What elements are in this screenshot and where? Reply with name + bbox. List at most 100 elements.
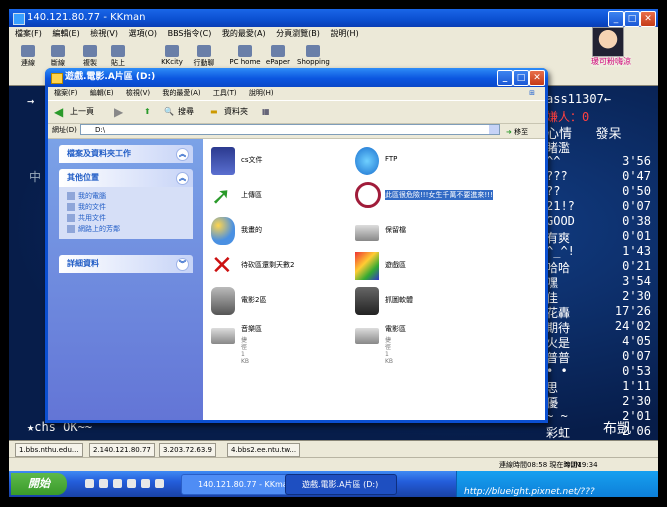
exp-menu-edit[interactable]: 編輯(E) [90,89,114,97]
tab-1[interactable]: 1.bbs.nthu.edu... [15,443,83,457]
explorer-minimize-button[interactable]: _ [497,70,513,86]
kkman-menubar: 檔案(F) 編輯(E) 檢視(V) 選項(O) BBS指令(C) 我的最愛(A)… [9,27,658,41]
tasks-panel: 檔案及資料夾工作 ︽ [59,145,193,163]
bbs-user-name: ^^ [546,154,561,168]
shopping-button[interactable]: Shopping [297,45,330,66]
go-button[interactable]: ➜ 移至 [506,124,528,140]
bbs-idle-time: 4'05 [622,334,651,348]
exp-menu-help[interactable]: 說明(H) [249,89,274,97]
exp-menu-tools[interactable]: 工具(T) [213,89,237,97]
chat-icon [197,45,211,57]
quicklaunch-icon[interactable] [85,479,94,488]
explorer-close-button[interactable]: ✕ [529,70,545,86]
search-button[interactable]: 搜尋 [178,101,194,123]
bbs-user-row: 佳 2'30 [546,289,651,305]
collapse-icon[interactable]: ︽ [176,148,189,161]
quicklaunch-icon[interactable] [155,479,164,488]
menu-bbs[interactable]: BBS指令(C) [168,29,212,38]
folders-button[interactable]: 資料夾 [224,101,248,123]
quicklaunch-icon[interactable] [99,479,108,488]
menu-favorites[interactable]: 我的最愛(A) [222,29,266,38]
bbs-idle-time: 0'01 [622,229,651,243]
taskbar-kkman-button[interactable]: 140.121.80.77 - KKman [181,474,297,495]
bbs-user-name: 21!? [546,199,575,213]
user-avatar[interactable] [592,27,624,57]
paste-button[interactable]: 貼上 [105,45,131,68]
minimize-button[interactable]: _ [608,11,624,27]
bbs-idle-time: 17'26 [614,304,651,318]
projector-icon [211,287,235,315]
place-my-computer[interactable]: 我的電腦 [67,191,185,202]
details-panel-header[interactable]: 詳細資料 ︾ [59,255,193,273]
maximize-button[interactable]: □ [624,11,640,27]
epaper-icon [271,45,285,57]
menu-help[interactable]: 說明(H) [330,29,358,38]
file-list: cs文件 FTP ➚ 上傳區 此區很危險!!!女生千萬不要進來!!! 我畫的 保留… [203,139,545,420]
epaper-button[interactable]: ePaper [265,45,291,66]
place-network[interactable]: 網路上的芳鄰 [67,224,185,235]
disconnect-button[interactable]: 斷線 [45,45,71,68]
file-meta: 捷徑 1 KB [385,337,394,365]
quicklaunch-icon[interactable] [141,479,150,488]
expand-icon[interactable]: ︾ [176,258,189,271]
menu-tabs[interactable]: 分頁瀏覽(B) [276,29,320,38]
bbs-idle-time: 0'38 [622,214,651,228]
bbs-user-row: • • 0'53 [546,364,651,379]
menu-options[interactable]: 選項(O) [129,29,158,38]
back-arrow-icon[interactable]: ◀ [54,101,63,123]
tab-2[interactable]: 2.140.121.80.77 [89,443,155,457]
close-button[interactable]: ✕ [640,11,656,27]
place-my-documents[interactable]: 我的文件 [67,202,185,213]
copy-button[interactable]: 複製 [77,45,103,68]
collapse-icon[interactable]: ︽ [176,172,189,185]
address-value: D:\ [95,126,106,134]
menu-view[interactable]: 檢視(V) [90,29,118,38]
tab-3[interactable]: 3.203.72.63.9 [159,443,216,457]
back-button[interactable]: 上一頁 [70,101,94,123]
explorer-titlebar[interactable]: 遊戲.電影.A片區 (D:) _ □ ✕ [45,68,548,87]
bbs-user-row: ??? 0'47 [546,169,651,184]
address-input[interactable]: D:\ [80,124,500,135]
menu-file[interactable]: 檔案(F) [15,29,42,38]
desktop: 140.121.80.77 - KKman _ □ ✕ 檔案(F) 編輯(E) … [9,9,658,497]
place-shared-documents[interactable]: 共用文件 [67,213,185,224]
bbs-user-name: GOOD [546,214,575,228]
disconnect-icon [51,45,65,57]
bbs-user-name: ^_^! [546,244,575,258]
up-folder-icon[interactable]: ⬆ [144,101,151,123]
bbs-user-row: 哈哈 0'21 [546,259,651,275]
chevron-down-icon[interactable] [489,125,499,134]
tasks-panel-header[interactable]: 檔案及資料夾工作 ︽ [59,145,193,163]
explorer-maximize-button[interactable]: □ [513,70,529,86]
folders-icon: ▬ [210,107,218,116]
bbs-user-name: ?? [546,184,561,198]
menu-edit[interactable]: 編輯(E) [52,29,79,38]
network-icon [67,225,75,233]
views-icon[interactable]: ▦ [262,101,270,123]
taskbar-explorer-button[interactable]: 遊戲.電影.A片區 (D:) [285,474,397,495]
exp-menu-view[interactable]: 檢視(V) [126,89,150,97]
forward-arrow-icon[interactable]: ▶ [114,101,123,123]
bbs-user-row: 有爽 0'01 [546,229,651,245]
search-icon: 🔍 [164,107,174,116]
bbs-user-row: 火是 4'05 [546,334,651,350]
pchome-button[interactable]: PC home [229,45,261,66]
exp-menu-favorites[interactable]: 我的最愛(A) [162,89,200,97]
connect-button[interactable]: 連線 [15,45,41,68]
exp-menu-file[interactable]: 檔案(F) [54,89,78,97]
task-pane: 檔案及資料夾工作 ︽ 其他位置 ︽ 我的電腦 我的文件 共用文件 網路上的芳鄰 詳細… [48,139,203,420]
documents-icon [67,203,75,211]
quicklaunch-icon[interactable] [127,479,136,488]
bbs-user-name: 彩虹 [546,426,571,440]
tab-4[interactable]: 4.bbs2.ee.ntu.tw... [227,443,301,457]
quicklaunch-icon[interactable] [113,479,122,488]
places-panel-header[interactable]: 其他位置 ︽ [59,169,193,187]
bbs-idle-time: 1'43 [622,244,651,258]
kkcity-button[interactable]: KKcity [159,45,185,66]
start-button[interactable]: 開始 [11,473,67,495]
prohibited-icon [355,182,381,208]
kkman-titlebar[interactable]: 140.121.80.77 - KKman _ □ ✕ [9,9,658,27]
shopping-icon [306,45,320,57]
bbs-user-name: ??? [546,169,568,183]
address-label: 網址(D) [52,126,77,134]
